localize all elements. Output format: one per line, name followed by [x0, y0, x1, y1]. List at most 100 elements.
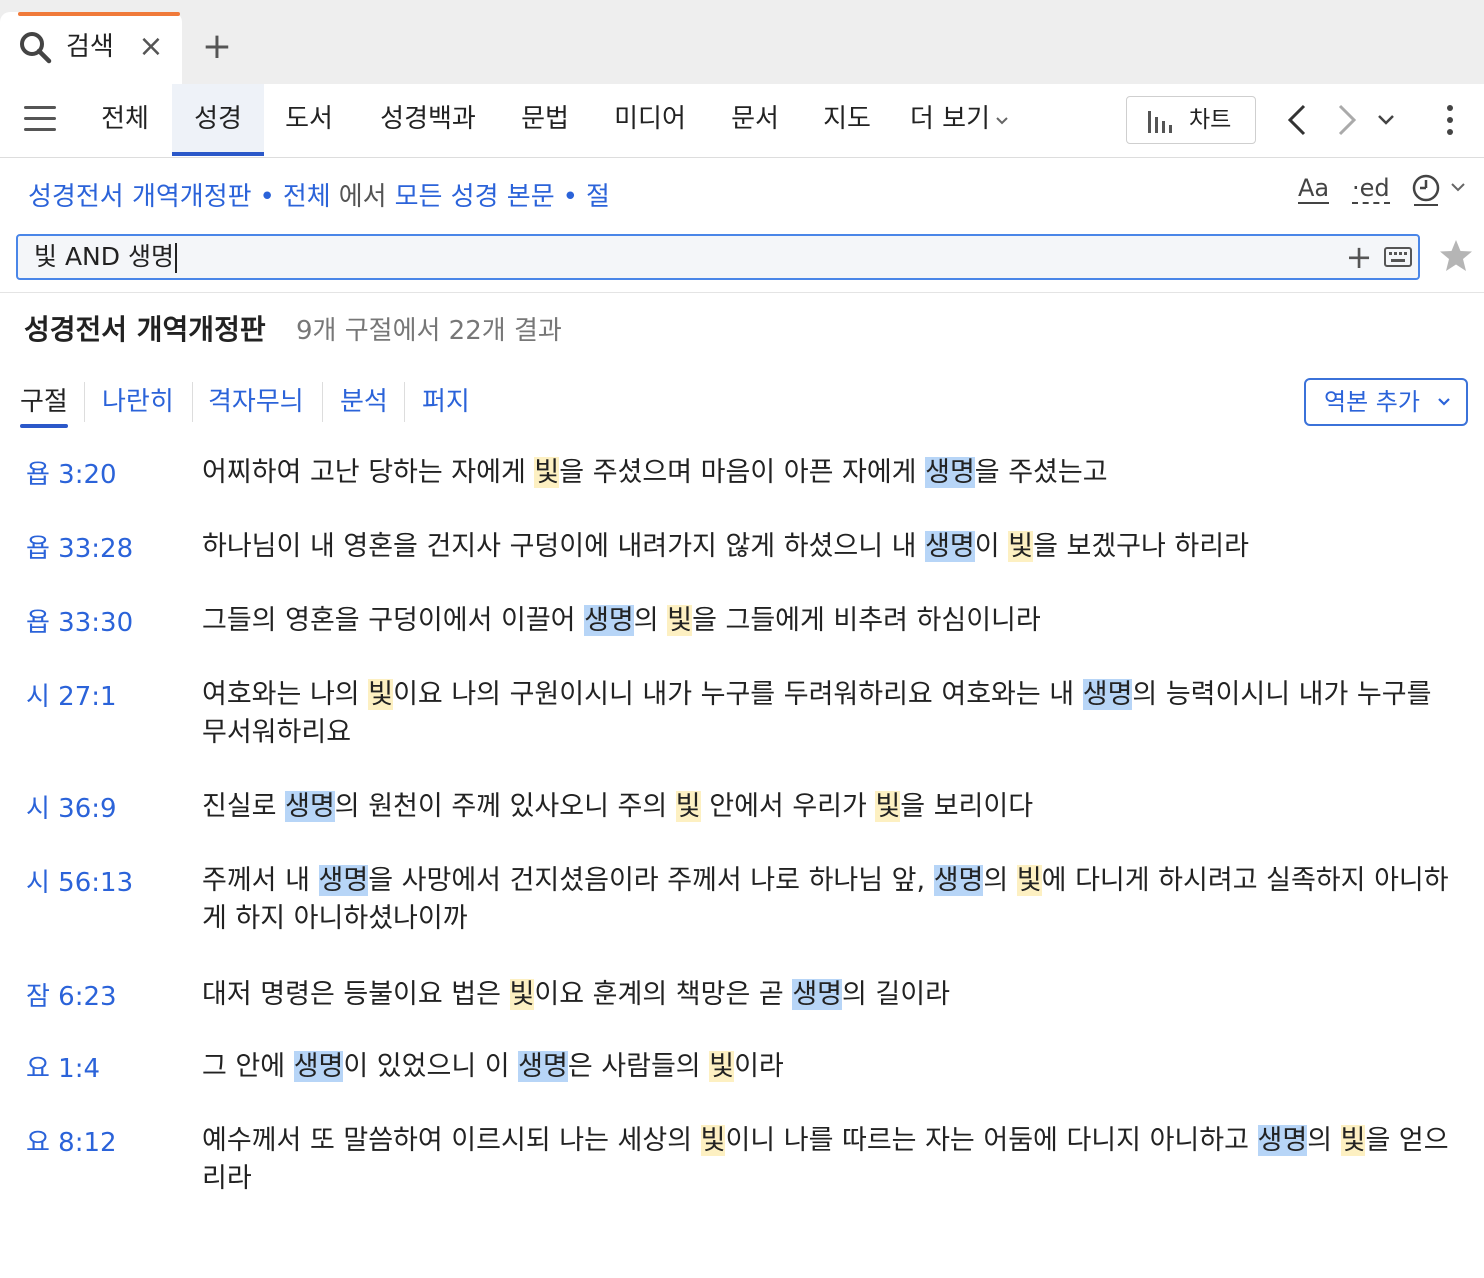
- verse-text: 그들의 영혼을 구덩이에서 이끌어 생명의 빛을 그들에게 비추려 하심이니라: [202, 602, 1464, 640]
- bar-chart-icon: [1148, 111, 1172, 133]
- nav-item-media[interactable]: 미디어: [604, 84, 696, 156]
- view-tab-parallel[interactable]: 나란히: [102, 382, 174, 422]
- scope-in-text: 에서: [338, 182, 387, 212]
- highlight-term-life: 생명: [792, 979, 842, 1010]
- highlight-term-life: 생명: [933, 865, 984, 896]
- verse-text-segment: 을 보리이다: [900, 791, 1034, 822]
- chevron-left-icon[interactable]: [1282, 100, 1312, 140]
- verse-ref-link[interactable]: 욥 3:20: [26, 456, 117, 494]
- tab-divider: [84, 382, 85, 422]
- more-vertical-icon[interactable]: [1438, 102, 1462, 138]
- verse-text-segment: 을 그들에게 비추려 하심이니라: [692, 605, 1041, 636]
- verse-text-segment: 이요 나의 구원이시니 내가 누구를 두려워하리요 여호와는 내: [393, 679, 1083, 710]
- verse-ref-link[interactable]: 욥 33:28: [26, 530, 133, 568]
- highlight-term-light: 빛: [875, 791, 901, 822]
- view-tab-verses[interactable]: 구절: [20, 382, 68, 422]
- chevron-right-icon[interactable]: [1332, 100, 1362, 140]
- highlight-term-light: 빛: [509, 979, 535, 1010]
- verse-ref-link[interactable]: 욥 33:30: [26, 604, 133, 642]
- divider: [0, 292, 1484, 293]
- view-tab-fuzzy[interactable]: 퍼지: [422, 382, 470, 422]
- view-tab-analysis[interactable]: 분석: [340, 382, 388, 422]
- nav-item-label: 도서: [285, 104, 333, 134]
- verse-text-segment: 을 주셨는고: [974, 457, 1108, 488]
- scope-separator: •: [259, 182, 275, 212]
- verse-ref-link[interactable]: 시 56:13: [26, 864, 133, 902]
- chart-button[interactable]: 차트: [1126, 96, 1256, 144]
- highlight-term-life: 생명: [318, 865, 369, 896]
- nav-item-grammar[interactable]: 문법: [512, 84, 578, 156]
- nav-item-label: 문서: [731, 104, 779, 134]
- new-tab-plus-icon[interactable]: +: [200, 29, 234, 65]
- verse-ref-link[interactable]: 시 36:9: [26, 790, 117, 828]
- verse-text-segment: 의 길이라: [842, 979, 950, 1010]
- keyboard-icon[interactable]: [1384, 246, 1412, 268]
- verse-text-segment: 그들의 영혼을 구덩이에서 이끌어: [202, 605, 585, 636]
- verse-text-segment: 이 있었으니 이: [343, 1051, 519, 1082]
- font-settings-button[interactable]: Aa: [1298, 174, 1330, 204]
- highlight-term-life: 생명: [293, 1051, 344, 1082]
- nav-item-documents[interactable]: 문서: [722, 84, 788, 156]
- verse-text-segment: 의 원천이 주께 있사오니 주의: [334, 791, 676, 822]
- verse-text-segment: 진실로: [202, 791, 286, 822]
- star-icon[interactable]: [1438, 238, 1474, 274]
- verse-text: 진실로 생명의 원천이 주께 있사오니 주의 빛 안에서 우리가 빛을 보리이다: [202, 788, 1464, 826]
- nav-item-all[interactable]: 전체: [92, 84, 158, 156]
- menu-icon[interactable]: [24, 106, 56, 132]
- chart-label: 차트: [1189, 107, 1232, 133]
- highlight-term-light: 빛: [675, 791, 701, 822]
- nav-item-encyclopedia[interactable]: 성경백과: [364, 84, 492, 156]
- tab-active-indicator: [18, 12, 180, 16]
- close-icon[interactable]: ×: [136, 30, 166, 64]
- highlight-term-life: 생명: [1257, 1125, 1308, 1156]
- verse-text: 그 안에 생명이 있었으니 이 생명은 사람들의 빛이라: [202, 1048, 1464, 1086]
- highlight-term-light: 빛: [1008, 531, 1034, 562]
- history-icon[interactable]: [1410, 172, 1466, 208]
- nav-item-label: 더 보기: [909, 104, 991, 134]
- active-view-indicator: [20, 424, 68, 428]
- scope-target-link[interactable]: 모든 성경 본문: [395, 182, 555, 212]
- verse-text: 여호와는 나의 빛이요 나의 구원이시니 내가 누구를 두려워하리요 여호와는 …: [202, 676, 1464, 752]
- highlight-term-light: 빛: [1340, 1125, 1366, 1156]
- add-version-button[interactable]: 역본 추가: [1304, 378, 1468, 426]
- highlight-term-light: 빛: [368, 679, 394, 710]
- highlight-term-life: 생명: [925, 457, 975, 488]
- highlight-term-life: 생명: [925, 531, 975, 562]
- highlight-term-life: 생명: [584, 605, 634, 636]
- scope-separator: •: [562, 182, 578, 212]
- nav-item-bible[interactable]: 성경: [172, 84, 264, 156]
- verse-text-segment: 이요 훈계의 책망은 곧: [534, 979, 793, 1010]
- verse-ref-link[interactable]: 잠 6:23: [26, 978, 117, 1016]
- nav-item-more[interactable]: 더 보기: [900, 84, 1020, 156]
- search-icon: [20, 32, 52, 64]
- add-version-label: 역본 추가: [1324, 388, 1420, 416]
- tab-divider: [404, 382, 405, 422]
- nav-item-maps[interactable]: 지도: [814, 84, 880, 156]
- verse-text: 주께서 내 생명을 사망에서 건지셨음이라 주께서 나로 하나님 앞, 생명의 …: [202, 862, 1464, 938]
- verse-text-segment: 대저 명령은 등불이요 법은: [202, 979, 510, 1010]
- chevron-down-icon[interactable]: [1374, 106, 1398, 134]
- verse-ref-link[interactable]: 요 1:4: [26, 1050, 100, 1088]
- add-term-plus-icon[interactable]: +: [1344, 240, 1374, 274]
- scope-resource-link[interactable]: 성경전서 개역개정판: [28, 182, 252, 212]
- verse-ref-link[interactable]: 요 8:12: [26, 1124, 117, 1162]
- highlight-term-light: 빛: [700, 1125, 726, 1156]
- search-input[interactable]: 빛 AND 생명 +: [16, 234, 1420, 280]
- tab-search[interactable]: 검색 ×: [0, 12, 182, 84]
- nav-item-books[interactable]: 도서: [276, 84, 342, 156]
- nav-item-label: 전체: [101, 104, 149, 134]
- results-title: 성경전서 개역개정판: [24, 313, 266, 346]
- scope-unit-link[interactable]: 절: [586, 182, 610, 212]
- verse-text-segment: 이라: [734, 1051, 784, 1082]
- scope-range-link[interactable]: 전체: [283, 182, 331, 212]
- view-tab-grid[interactable]: 격자무늬: [208, 382, 304, 422]
- verse-text: 하나님이 내 영혼을 건지사 구덩이에 내려가지 않게 하셨으니 내 생명이 빛…: [202, 528, 1464, 566]
- verse-ref-link[interactable]: 시 27:1: [26, 678, 117, 716]
- word-forms-button[interactable]: ·ed: [1352, 174, 1390, 204]
- highlight-term-life: 생명: [285, 791, 335, 822]
- highlight-term-light: 빛: [534, 457, 560, 488]
- verse-text-segment: 안에서 우리가: [700, 791, 876, 822]
- verse-text-segment: 그 안에: [202, 1051, 294, 1082]
- nav-item-label: 성경: [194, 104, 242, 134]
- highlight-term-life: 생명: [518, 1051, 568, 1082]
